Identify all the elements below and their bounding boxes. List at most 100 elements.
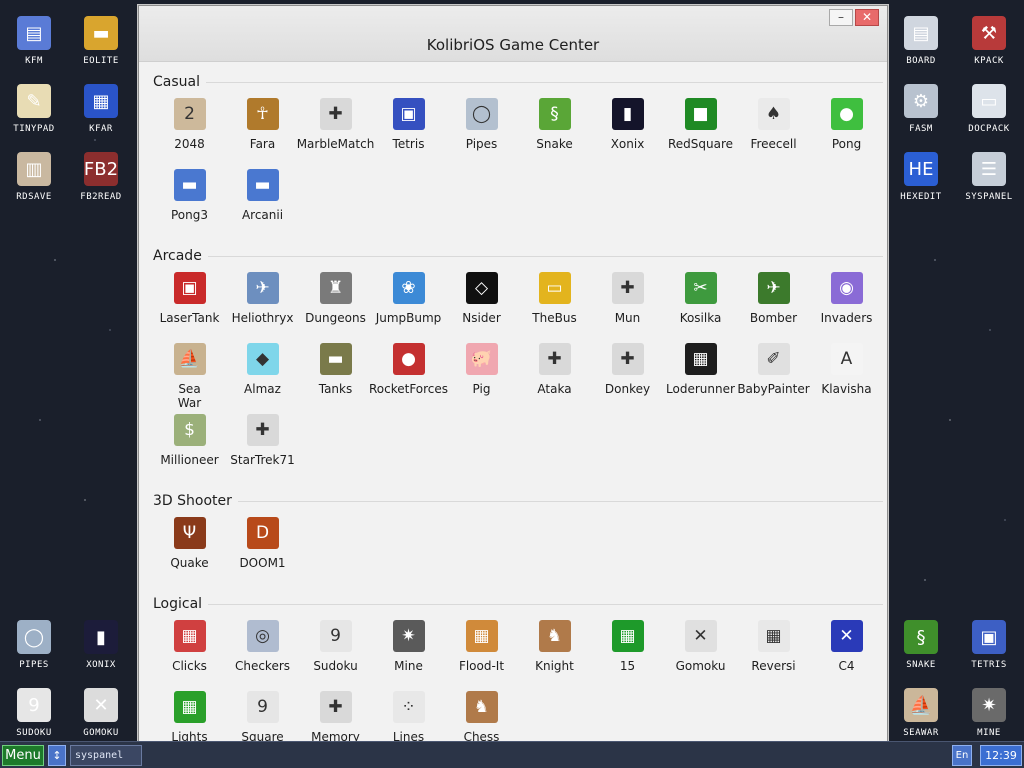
game-invaders[interactable]: ◉ Invaders [810,272,883,343]
game-jumpbump[interactable]: ❀ JumpBump [372,272,445,343]
ball-icon: ● [830,98,863,130]
game-doom1[interactable]: D DOOM1 [226,517,299,588]
game-ataka[interactable]: ✚ Ataka [518,343,591,414]
game-sudoku[interactable]: 9 Sudoku [299,620,372,691]
doom-icon: D [246,517,279,549]
game-label: LaserTank [159,311,220,325]
game-dungeons[interactable]: ♜ Dungeons [299,272,372,343]
game-2048[interactable]: 2 2048 [153,98,226,169]
desktop-icon-mine[interactable]: ✷ MINE [957,680,1021,746]
desktop-icon-board[interactable]: ▤ BOARD [889,8,953,74]
game-c4[interactable]: ✕ C4 [810,620,883,691]
game-pong3[interactable]: ▬ Pong3 [153,169,226,240]
desktop-icon-kpack[interactable]: ⚒ KPACK [957,8,1021,74]
desktop-icon-label: FB2READ [80,192,122,202]
game-babypainter[interactable]: ✐ BabyPainter [737,343,810,414]
game-label: Ataka [537,382,572,396]
game-mine[interactable]: ✷ Mine [372,620,445,691]
window-titlebar[interactable]: – ✕ KolibriOS Game Center [139,6,887,62]
desktop-icon-gomoku[interactable]: ✕ GOMOKU [69,680,133,746]
desktop-icon-fb2read[interactable]: FB2 FB2READ [69,144,133,210]
game-checkers[interactable]: ◎ Checkers [226,620,299,691]
desktop-icon-fasm[interactable]: ⚙ FASM [889,76,953,142]
notepad-icon: ✎ [17,84,51,118]
close-button[interactable]: ✕ [855,9,879,26]
game-pig[interactable]: 🐖 Pig [445,343,518,414]
redsquare-icon: ■ [684,98,717,130]
game-label: Nsider [462,311,501,325]
game-heliothryx[interactable]: ✈ Heliothryx [226,272,299,343]
fifteen-icon: ▦ [611,620,644,652]
desktop-icon-rdsave[interactable]: ▥ RDSAVE [2,144,66,210]
section-heading: Casual [153,72,883,92]
game-15[interactable]: ▦ 15 [591,620,664,691]
game-millioneer[interactable]: $ Millioneer [153,414,226,485]
knight-icon: ♞ [538,620,571,652]
game-label: Millioneer [160,453,219,467]
desktop-icon-label: FASM [909,124,933,134]
nsider-icon: ◇ [465,272,498,304]
game-almaz[interactable]: ◆ Almaz [226,343,299,414]
game-lasertank[interactable]: ▣ LaserTank [153,272,226,343]
desktop-icon-docpack[interactable]: ▭ DOCPACK [957,76,1021,142]
desktop-icon-hexedit[interactable]: HE HEXEDIT [889,144,953,210]
game-marblematch[interactable]: ✚ MarbleMatch [297,98,374,169]
game-bomber[interactable]: ✈ Bomber [737,272,810,343]
game-thebus[interactable]: ▭ TheBus [518,272,591,343]
game-label: Mun [614,311,641,325]
game-mun[interactable]: ✚ Mun [591,272,664,343]
desktop-icon-label: RDSAVE [16,192,52,202]
game-nsider[interactable]: ◇ Nsider [445,272,518,343]
game-kosilka[interactable]: ✂ Kosilka [664,272,737,343]
language-indicator[interactable]: En [952,745,972,766]
desktop-icon-kfm[interactable]: ▤ KFM [2,8,66,74]
desktop-icon-seawar[interactable]: ⛵ SEAWAR [889,680,953,746]
game-freecell[interactable]: ♠ Freecell [737,98,810,169]
game-snake[interactable]: § Snake [518,98,591,169]
gamepad-icon: ✚ [319,98,352,130]
game-pong[interactable]: ● Pong [810,98,883,169]
game-startrek71[interactable]: ✚ StarTrek71 [226,414,299,485]
game-gomoku[interactable]: ✕ Gomoku [664,620,737,691]
game-pipes[interactable]: ◯ Pipes [445,98,518,169]
desktop-icon-tetris[interactable]: ▣ TETRIS [957,612,1021,678]
game-xonix[interactable]: ▮ Xonix [591,98,664,169]
game-grid: ▣ LaserTank ✈ Heliothryx ♜ Dungeons ❀ JumpBump ◇… [153,272,883,485]
desktop-icon-eolite[interactable]: ▬ EOLITE [69,8,133,74]
clock[interactable]: 12:39 [980,745,1022,766]
desktop-icon-label: TINYPAD [13,124,55,134]
minimize-button[interactable]: – [829,9,853,26]
game-label: Tanks [318,382,353,396]
game-arcanii[interactable]: ▬ Arcanii [226,169,299,240]
game-quake[interactable]: Ψ Quake [153,517,226,588]
desktop-icon-pipes[interactable]: ◯ PIPES [2,612,66,678]
game-clicks[interactable]: ▦ Clicks [153,620,226,691]
game-loderunner[interactable]: ▦ Loderunner [664,343,737,414]
ship-icon: ⛵ [904,688,938,722]
game-rocketforces[interactable]: ● RocketForces [369,343,448,414]
menu-button[interactable]: Menu [2,745,44,766]
taskbar-task-syspanel[interactable]: syspanel [70,745,142,766]
game-sea-war[interactable]: ⛵ Sea War [153,343,226,414]
game-fara[interactable]: ☥ Fara [226,98,299,169]
desktop-icon-snake[interactable]: § SNAKE [889,612,953,678]
desktop-icon-tinypad[interactable]: ✎ TINYPAD [2,76,66,142]
desktop-icon-sudoku[interactable]: 9 SUDOKU [2,680,66,746]
desktop-icon-kfar[interactable]: ▦ KFAR [69,76,133,142]
game-flood-it[interactable]: ▦ Flood-It [445,620,518,691]
game-tanks[interactable]: ▬ Tanks [299,343,372,414]
game-reversi[interactable]: ▦ Reversi [737,620,810,691]
game-donkey[interactable]: ✚ Donkey [591,343,664,414]
game-redsquare[interactable]: ■ RedSquare [664,98,737,169]
switch-icon[interactable]: ↕ [48,745,66,766]
game-tetris[interactable]: ▣ Tetris [372,98,445,169]
game-label: Kosilka [679,311,722,325]
desktop-icon-syspanel[interactable]: ☰ SYSPANEL [957,144,1021,210]
desktop-icon-xonix[interactable]: ▮ XONIX [69,612,133,678]
gomoku-icon: ✕ [684,620,717,652]
syspanel-icon: ☰ [972,152,1006,186]
game-knight[interactable]: ♞ Knight [518,620,591,691]
game-klavisha[interactable]: A Klavisha [810,343,883,414]
game-label: Freecell [750,137,797,151]
docpack-icon: ▭ [972,84,1006,118]
